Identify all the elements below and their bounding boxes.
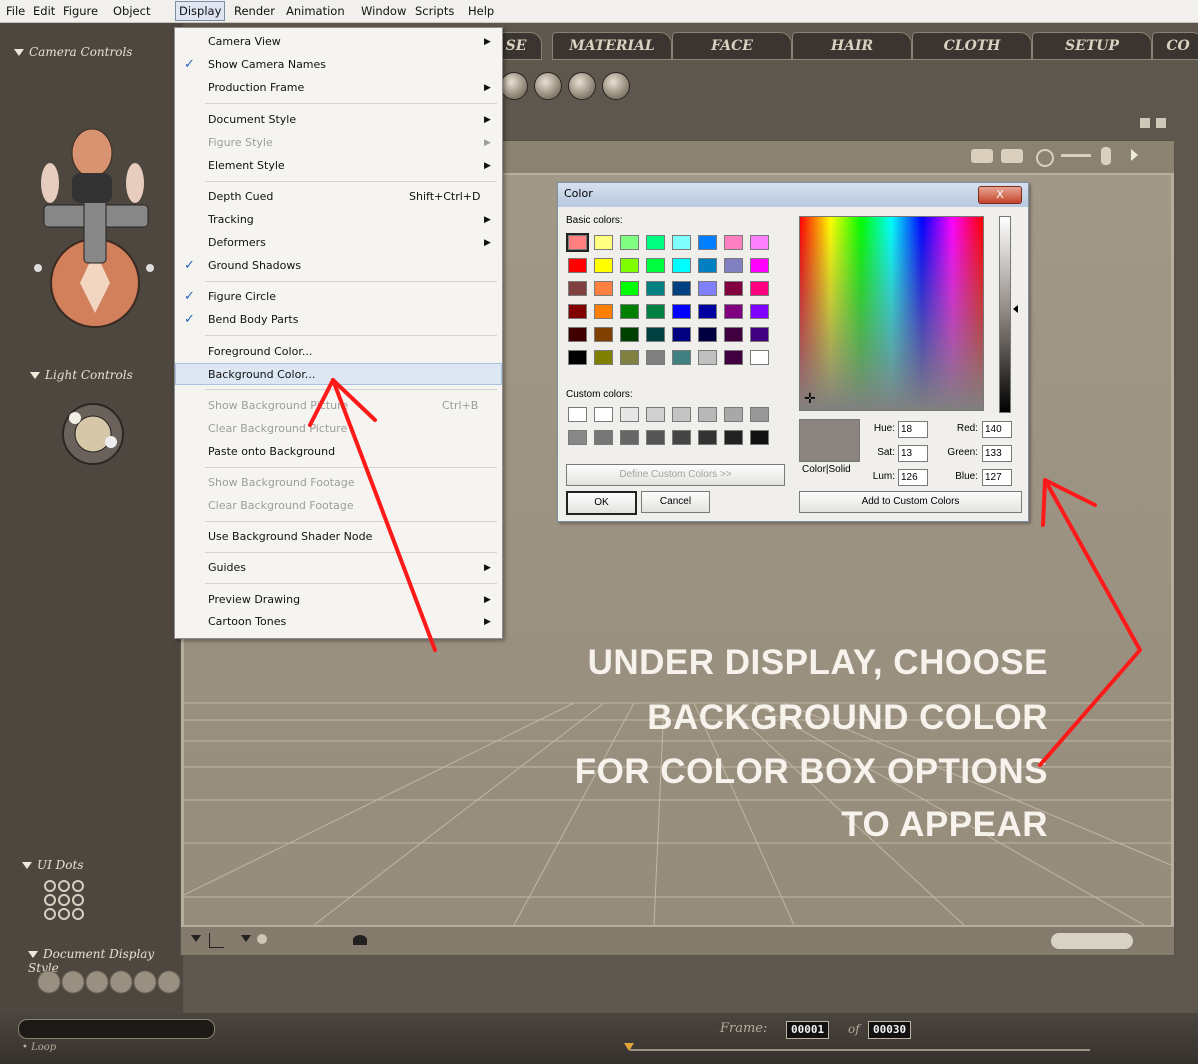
loop-label[interactable]: • Loop (22, 1042, 56, 1053)
current-frame-field[interactable]: 00001 (786, 1021, 830, 1039)
annotation-arrows (308, 378, 1142, 767)
frame-label: Frame: (720, 1021, 768, 1036)
animation-bottom-bar: • Loop Frame: 00001 of 00030 (0, 1013, 1198, 1064)
arrow-to-menu-icon (331, 378, 437, 652)
playback-controls[interactable] (18, 1019, 215, 1039)
arrow-to-dialog-icon (1038, 478, 1142, 767)
frame-of-label: of (848, 1022, 860, 1036)
total-frames-field[interactable]: 00030 (868, 1021, 912, 1039)
timeline-track[interactable] (630, 1049, 1090, 1051)
timeline-playhead-icon[interactable] (624, 1043, 634, 1051)
